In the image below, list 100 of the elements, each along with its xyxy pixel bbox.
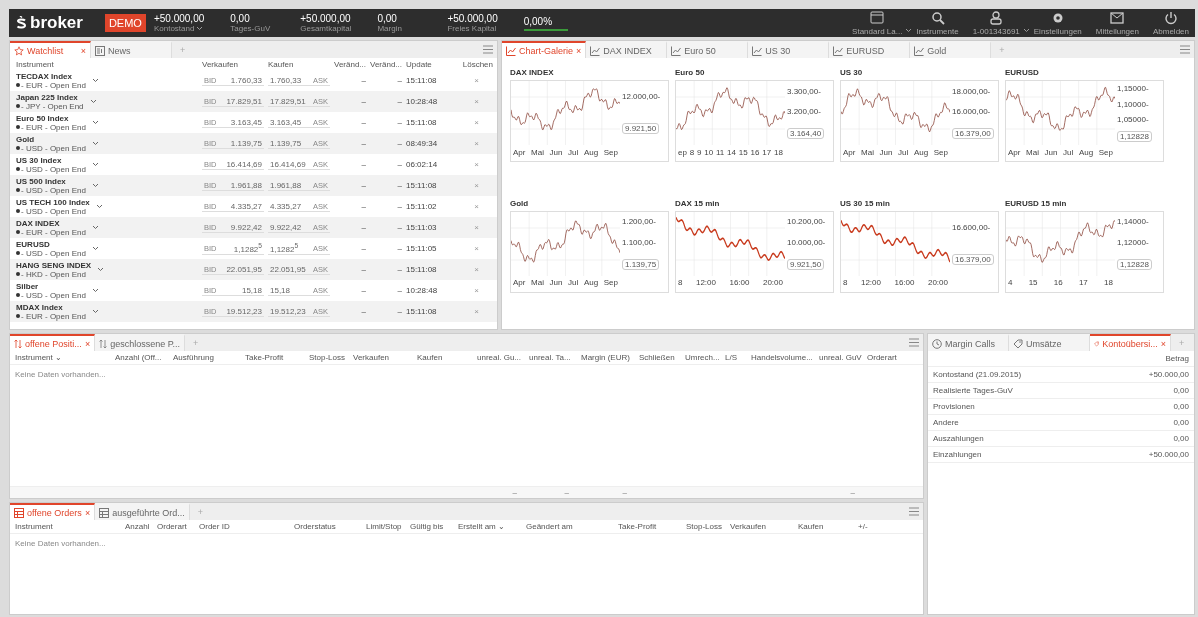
column-header[interactable]: Orderart xyxy=(867,353,917,362)
change-cell-text: – xyxy=(360,160,367,169)
column-header[interactable]: Instrument xyxy=(15,522,125,531)
panel-tab[interactable]: News xyxy=(91,41,172,58)
panel-tab[interactable]: offene Positi... × xyxy=(10,334,96,351)
column-header[interactable]: Anzahl (Off... xyxy=(115,353,173,362)
column-header[interactable]: L/S xyxy=(725,353,751,362)
account-item-label: Kontostand (21.09.2015) xyxy=(933,370,1022,379)
nav-button[interactable]: Mitteilungen xyxy=(1095,27,1139,36)
menu-icon[interactable] xyxy=(1180,45,1190,54)
column-header[interactable]: Schließen xyxy=(639,353,685,362)
close-tab-button[interactable]: × xyxy=(84,338,91,349)
caret-icon[interactable] xyxy=(89,99,97,104)
column-header[interactable]: Kaufen xyxy=(417,353,477,362)
caret-icon[interactable] xyxy=(91,183,99,188)
panel-tab[interactable]: ausgeführte Ord... xyxy=(95,503,190,520)
column-header[interactable]: Gültig bis xyxy=(410,522,458,531)
caret-icon[interactable] xyxy=(91,141,99,146)
panel-tab[interactable]: Chart-Galerie × xyxy=(502,41,587,58)
delete-button[interactable]: × xyxy=(456,244,497,253)
nav-button[interactable]: Standard La... xyxy=(852,27,903,36)
panel-tab[interactable]: EURUSD xyxy=(829,41,911,58)
column-header[interactable]: Orderstatus xyxy=(294,522,366,531)
x-axis-label: 20:00 xyxy=(927,278,948,287)
change-cell-text: – xyxy=(360,202,367,211)
table-icon xyxy=(14,507,24,518)
column-header[interactable]: Handelsvolume... xyxy=(751,353,819,362)
x-axis-label: Mai xyxy=(531,147,544,157)
column-header[interactable]: Verkaufen xyxy=(730,522,798,531)
layout-icon xyxy=(869,10,886,26)
panel-tab[interactable]: Watchlist × xyxy=(10,41,91,58)
close-tab-button[interactable]: × xyxy=(1160,338,1166,349)
panel-tab[interactable]: Euro 50 xyxy=(667,41,749,58)
close-tab-button[interactable]: × xyxy=(80,45,86,56)
column-header[interactable]: unreal. Ta... xyxy=(529,353,581,362)
column-header[interactable]: +/- xyxy=(858,522,898,531)
column-header[interactable]: Limit/Stop xyxy=(366,522,410,531)
column-header[interactable]: Take-Profit xyxy=(618,522,686,531)
nav-button[interactable]: Instrumente xyxy=(916,27,959,36)
column-header[interactable]: Order ID xyxy=(199,522,294,531)
nav-button[interactable]: Abmelden xyxy=(1152,27,1189,36)
dot-icon xyxy=(16,272,20,276)
panel-tab[interactable]: Margin Calls xyxy=(928,334,1009,351)
x-axis-label: Mai xyxy=(1026,147,1039,157)
close-tab-button[interactable]: × xyxy=(84,507,91,518)
change-cell-text: – xyxy=(360,181,367,190)
delete-button[interactable]: × xyxy=(456,160,497,169)
change-cell-text: – xyxy=(360,307,367,316)
column-header[interactable]: Geändert am xyxy=(526,522,618,531)
caret-icon[interactable] xyxy=(196,26,204,31)
nav-button[interactable]: Einstellungen xyxy=(1033,27,1082,36)
column-header[interactable]: unreal. Gu... xyxy=(477,353,529,362)
delete-button[interactable]: × xyxy=(456,118,497,127)
panel-tab[interactable]: Umsätze xyxy=(1009,334,1090,351)
delete-button[interactable]: × xyxy=(456,202,497,211)
close-tab-button[interactable]: × xyxy=(576,45,582,56)
column-header: Veränd... xyxy=(370,59,404,69)
instrument-detail: - USD - Open End xyxy=(21,185,86,195)
caret-icon[interactable] xyxy=(97,267,105,272)
menu-icon[interactable] xyxy=(909,507,919,516)
panel-tab[interactable]: geschlossene P... xyxy=(95,334,186,351)
caret-icon[interactable] xyxy=(91,246,99,251)
column-header[interactable]: Verkaufen xyxy=(353,353,417,362)
caret-icon[interactable] xyxy=(95,204,103,209)
delete-button[interactable]: × xyxy=(456,76,497,85)
column-header[interactable]: Margin (EUR) xyxy=(581,353,639,362)
column-header[interactable]: Stop-Loss xyxy=(309,353,353,362)
caret-icon[interactable] xyxy=(1022,28,1030,33)
account-item-label: Einzahlungen xyxy=(933,450,982,459)
instrument-detail: - HKD - Open End xyxy=(21,269,86,279)
column-header[interactable]: Erstellt am ⌄ xyxy=(458,522,526,531)
nav-button[interactable]: 1-001343691 xyxy=(972,27,1020,36)
caret-icon[interactable] xyxy=(905,28,913,33)
menu-icon[interactable] xyxy=(909,338,919,347)
panel-tab[interactable]: Gold xyxy=(910,41,992,58)
panel-tab[interactable]: US 30 xyxy=(748,41,830,58)
x-axis-label: 15 xyxy=(1028,278,1038,287)
caret-icon[interactable] xyxy=(91,78,99,83)
stat-value: +50.000,00 xyxy=(447,13,498,24)
caret-icon[interactable] xyxy=(91,225,99,230)
column-header[interactable]: Stop-Loss xyxy=(686,522,730,531)
column-header[interactable]: Anzahl xyxy=(125,522,157,531)
column-header[interactable]: Instrument ⌄ xyxy=(15,353,115,362)
y-axis-label: 1,12000- xyxy=(1117,238,1149,247)
caret-icon[interactable] xyxy=(91,288,99,293)
caret-icon[interactable] xyxy=(91,162,99,167)
caret-icon[interactable] xyxy=(91,120,99,125)
panel-tab[interactable]: DAX INDEX xyxy=(586,41,668,58)
column-header[interactable]: Orderart xyxy=(157,522,199,531)
instrument-name: TECDAX Index xyxy=(16,71,73,81)
panel-tab[interactable]: Kontoübersi... × xyxy=(1090,334,1171,351)
column-header[interactable]: unreal. GuV xyxy=(819,353,867,362)
menu-icon[interactable] xyxy=(483,45,493,54)
column-header[interactable]: Umrech... xyxy=(685,353,725,362)
panel-tab[interactable]: offene Orders × xyxy=(10,503,96,520)
column-header[interactable]: Take-Profit xyxy=(245,353,309,362)
column-header[interactable]: Kaufen xyxy=(798,522,858,531)
column-header[interactable]: Ausführung xyxy=(173,353,245,362)
caret-icon[interactable] xyxy=(91,309,99,314)
delete-button[interactable]: × xyxy=(456,286,497,295)
